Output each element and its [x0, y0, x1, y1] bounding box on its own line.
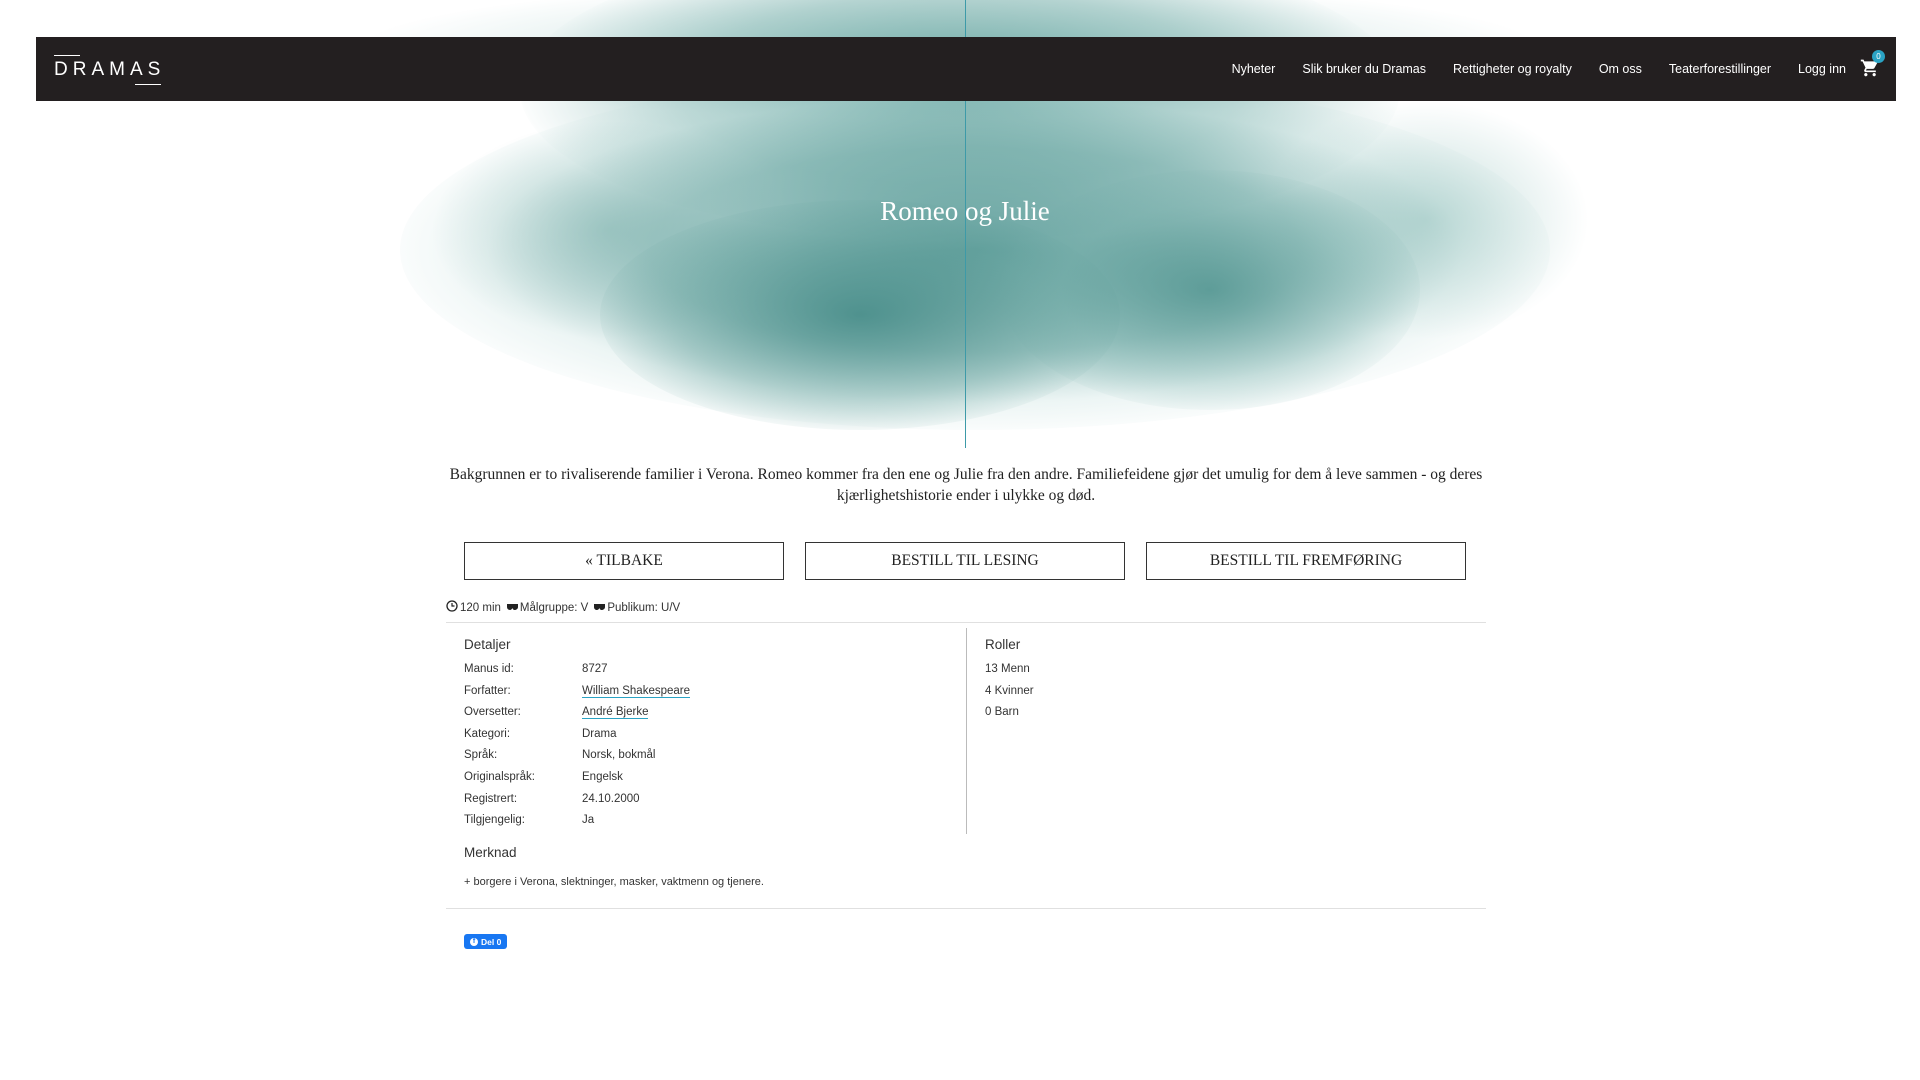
roles-list: 13 Menn 4 Kvinner 0 Barn [985, 663, 1034, 728]
nav-rettigheter[interactable]: Rettigheter og royalty [1453, 62, 1572, 76]
share-label: Del 0 [481, 936, 502, 947]
role-children: 0 Barn [985, 706, 1019, 719]
nav-nyheter[interactable]: Nyheter [1232, 62, 1276, 76]
mask-icon [594, 602, 606, 614]
note-text: + borgere i Verona, slektninger, masker,… [464, 876, 764, 888]
column-divider [966, 628, 967, 834]
divider [446, 622, 1486, 623]
play-meta: 120 min Målgruppe: V Publikum: U/V [446, 600, 686, 615]
detail-row: Originalspråk: Engelsk [464, 770, 623, 783]
roles-heading: Roller [985, 637, 1021, 652]
detail-row: Manus id: 8727 [464, 663, 608, 675]
translator-link[interactable]: André Bjerke [582, 706, 649, 720]
nav-teaterforestillinger[interactable]: Teaterforestillinger [1669, 62, 1771, 76]
navbar: DRAMAS Nyheter Slik bruker du Dramas Ret… [36, 37, 1896, 101]
mask-icon [506, 602, 518, 614]
clock-icon [446, 600, 458, 615]
order-reading-button[interactable]: BESTILL TIL LESING [805, 542, 1125, 580]
cart-button[interactable]: 0 [1860, 50, 1885, 80]
page-title: Romeo og Julie [880, 196, 1050, 226]
facebook-share-button[interactable]: f Del 0 [464, 934, 508, 949]
back-button[interactable]: « TILBAKE [464, 542, 784, 580]
order-performance-button[interactable]: BESTILL TIL FREMFØRING [1146, 542, 1466, 580]
nav-logg-inn[interactable]: Logg inn [1798, 62, 1846, 76]
play-description: Bakgrunnen er to rivaliserende familier … [449, 466, 1483, 504]
audience: Publikum: U/V [607, 601, 681, 614]
main-nav: Nyheter Slik bruker du Dramas Rettighete… [1205, 50, 1885, 80]
nav-slik-bruker[interactable]: Slik bruker du Dramas [1302, 62, 1426, 76]
detail-row: Språk: Norsk, bokmål [464, 749, 656, 762]
cart-count-badge: 0 [1872, 50, 1885, 63]
author-link[interactable]: William Shakespeare [582, 684, 691, 698]
detail-row: Kategori: Drama [464, 727, 617, 740]
divider [446, 908, 1486, 909]
nav-om-oss[interactable]: Om oss [1599, 62, 1642, 76]
dramas-logo[interactable]: DRAMAS [54, 55, 165, 85]
details-list: Manus id: 8727 Forfatter: William Shakespe… [464, 663, 691, 836]
detail-row: Oversetter: André Bjerke [464, 706, 649, 720]
target-group: Målgruppe: V [519, 601, 589, 614]
facebook-icon: f [470, 937, 478, 946]
note-heading: Merknad [464, 845, 517, 860]
detail-row: Tilgjengelig: Ja [464, 814, 595, 827]
details-heading: Detaljer [464, 637, 511, 652]
role-men: 13 Menn [985, 663, 1030, 675]
duration: 120 min [460, 601, 501, 614]
detail-row: Forfatter: William Shakespeare [464, 684, 691, 698]
detail-row: Registrert: 24.10.2000 [464, 792, 640, 805]
role-women: 4 Kvinner [985, 684, 1034, 697]
